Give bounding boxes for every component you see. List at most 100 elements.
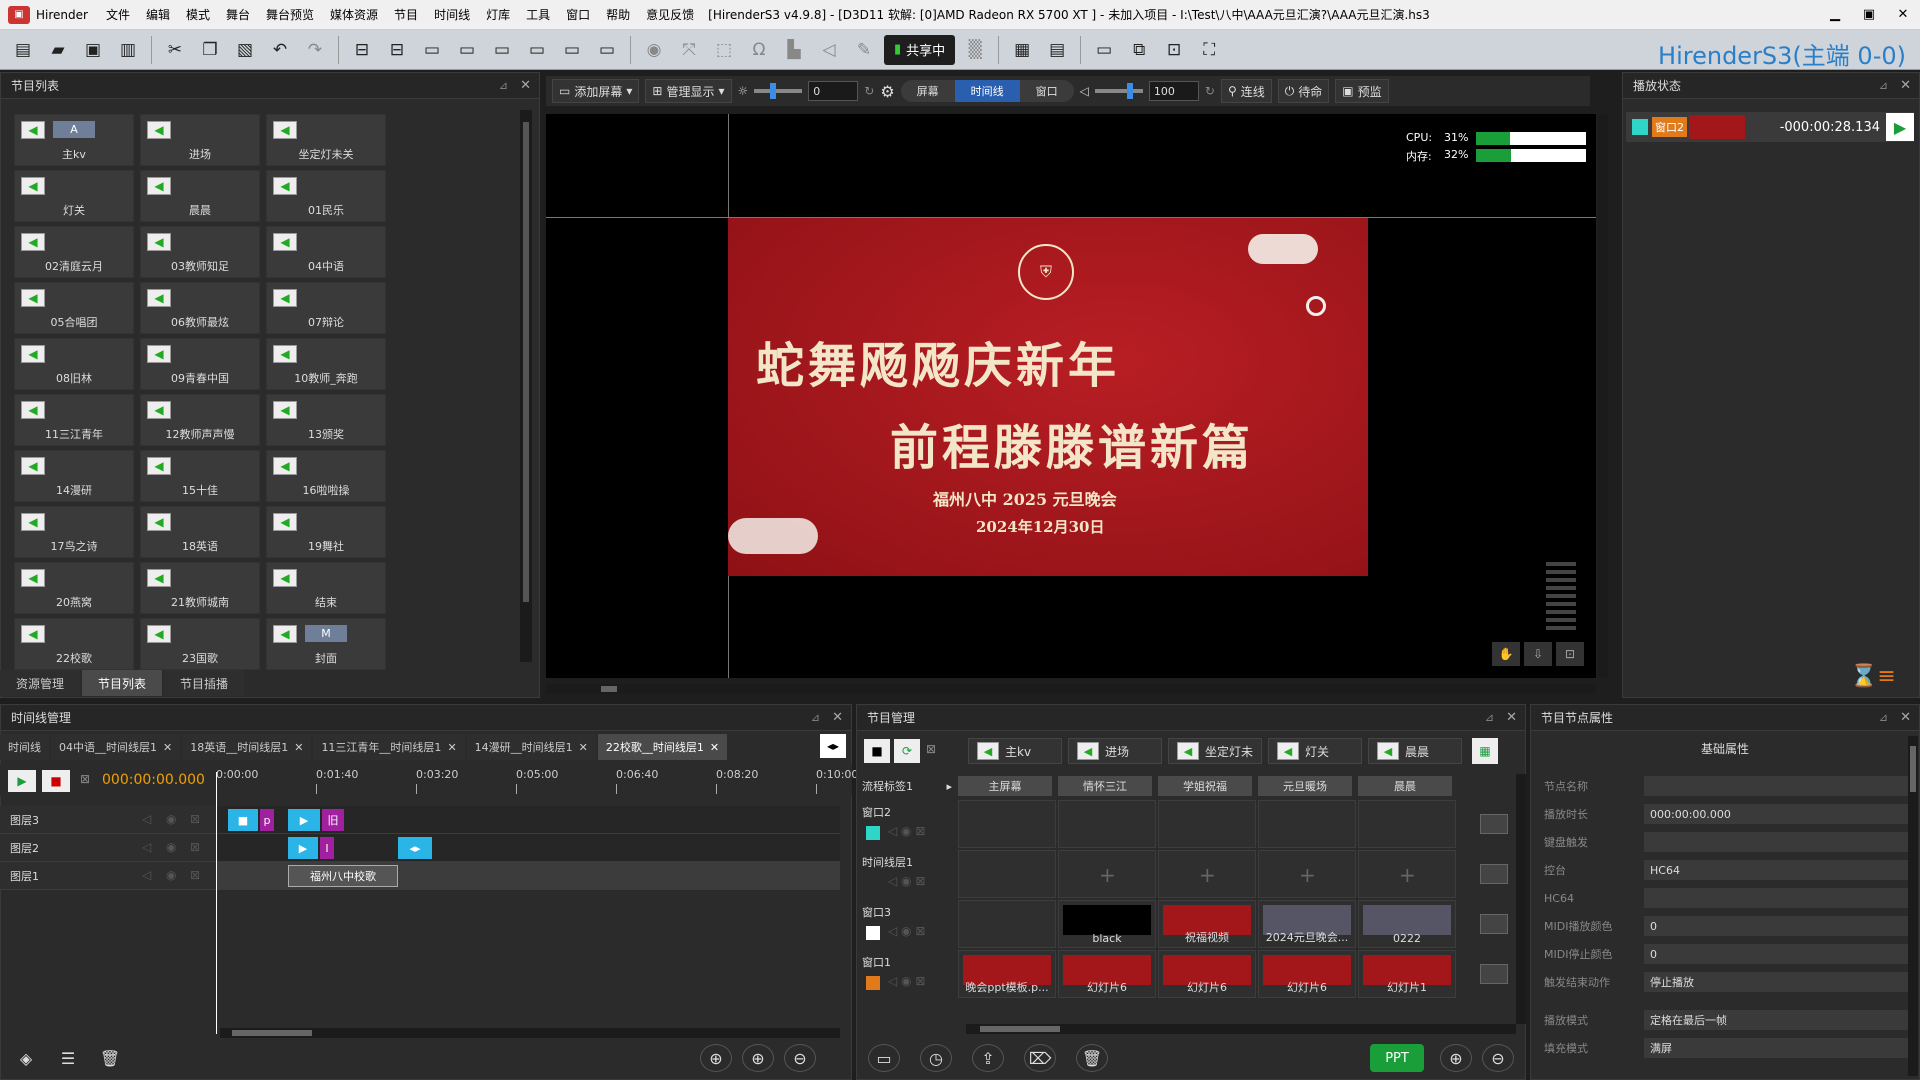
- save-icon[interactable]: ▣: [78, 35, 108, 65]
- lock-icon[interactable]: ⊠: [190, 812, 200, 826]
- layout-6-icon[interactable]: ▭: [592, 35, 622, 65]
- refresh-icon[interactable]: ⟳: [894, 739, 920, 763]
- program-item[interactable]: ◀ 02清庭云月: [14, 226, 134, 278]
- play-status-item[interactable]: 窗口2 -000:00:28.134 ▶: [1626, 112, 1914, 142]
- zoom-in-icon[interactable]: ⊕: [1440, 1044, 1472, 1072]
- fullscreen-icon[interactable]: ⛶: [1194, 35, 1224, 65]
- matrix-cell[interactable]: +: [1058, 850, 1156, 898]
- play-icon[interactable]: ◀: [273, 345, 297, 363]
- clip-block[interactable]: ▶: [288, 809, 320, 831]
- brightness-input[interactable]: 0: [808, 81, 859, 101]
- program-head-item[interactable]: ◀ 晨晨: [1368, 738, 1462, 764]
- close-panel-icon[interactable]: ✕: [832, 710, 843, 725]
- row-toggle-icon[interactable]: [1480, 814, 1508, 834]
- gradient-icon[interactable]: ▒: [960, 35, 990, 65]
- layout-1-icon[interactable]: ▭: [417, 35, 447, 65]
- program-item[interactable]: ◀ 20燕窝: [14, 562, 134, 614]
- share-status-button[interactable]: ▮ 共享中: [884, 34, 956, 65]
- eye-icon[interactable]: ◉: [166, 840, 176, 854]
- program-item[interactable]: ◀ 04中语: [266, 226, 386, 278]
- matrix-cell[interactable]: 晚会ppt模板.p...: [958, 950, 1056, 998]
- property-value[interactable]: 满屏: [1644, 1038, 1910, 1058]
- matrix-cell[interactable]: 幻灯片6: [1058, 950, 1156, 998]
- matrix-scroll-v[interactable]: [1516, 774, 1526, 1024]
- play-icon[interactable]: ◀: [273, 569, 297, 587]
- play-icon[interactable]: ◀: [273, 289, 297, 307]
- play-icon[interactable]: ◀: [273, 177, 297, 195]
- timeline-tab[interactable]: 18英语__时间线层1 ✕: [182, 734, 312, 760]
- add-icon[interactable]: +: [1199, 863, 1216, 887]
- play-icon[interactable]: ◀: [21, 345, 45, 363]
- matrix-cell[interactable]: [958, 850, 1056, 898]
- eye-icon[interactable]: ◉: [166, 868, 176, 882]
- manage-display-button[interactable]: ⊞ 管理显示 ▾: [645, 79, 732, 103]
- play-icon[interactable]: ◀: [147, 513, 171, 531]
- program-head-item[interactable]: ◀ 灯关: [1268, 738, 1362, 764]
- timeline-tab[interactable]: 22校歌__时间线层1 ✕: [597, 734, 728, 760]
- fit-screen-icon[interactable]: ⊡: [1556, 642, 1584, 666]
- add-icon[interactable]: +: [1099, 863, 1116, 887]
- row-controls-icon[interactable]: ◁ ◉ ⊠: [888, 874, 925, 888]
- speaker-icon[interactable]: ◁: [142, 840, 151, 854]
- layout-3-icon[interactable]: ▭: [487, 35, 517, 65]
- program-item[interactable]: ◀ 09青春中国: [140, 338, 260, 390]
- program-item[interactable]: ◀ 13颁奖: [266, 394, 386, 446]
- clock-icon[interactable]: ◷: [920, 1044, 952, 1072]
- reset-icon[interactable]: ↻: [864, 84, 874, 98]
- close-tab-icon[interactable]: ✕: [294, 741, 303, 754]
- window-color-swatch[interactable]: [866, 976, 880, 990]
- play-icon[interactable]: ◀: [21, 401, 45, 419]
- timeline-tab[interactable]: 04中语__时间线层1 ✕: [51, 734, 181, 760]
- program-item[interactable]: ◀ 01民乐: [266, 170, 386, 222]
- menu-item[interactable]: 舞台: [218, 6, 258, 23]
- property-value[interactable]: 0: [1644, 944, 1910, 964]
- play-icon[interactable]: ◀: [21, 569, 45, 587]
- matrix-cell[interactable]: [958, 800, 1056, 848]
- close-tab-icon[interactable]: ✕: [710, 741, 719, 754]
- play-icon[interactable]: ◀: [21, 121, 45, 139]
- play-icon[interactable]: ◀: [147, 401, 171, 419]
- play-icon[interactable]: ◀: [1077, 742, 1099, 760]
- play-icon[interactable]: ◀: [21, 457, 45, 475]
- clip-block[interactable]: ▶: [288, 837, 318, 859]
- matrix-column-header[interactable]: 元旦暖场: [1258, 776, 1352, 796]
- crop-icon[interactable]: ⬚: [709, 35, 739, 65]
- ppt-button[interactable]: PPT: [1370, 1044, 1424, 1072]
- reset-volume-icon[interactable]: ↻: [1205, 84, 1215, 98]
- preview-scroll-h[interactable]: [546, 684, 1596, 694]
- status-tools-icon[interactable]: ⌛≡: [1850, 664, 1896, 689]
- program-item[interactable]: ◀ 结束: [266, 562, 386, 614]
- menu-item[interactable]: 意见反馈: [638, 6, 702, 23]
- matrix-cell[interactable]: [1358, 800, 1456, 848]
- clip-block[interactable]: ■: [228, 809, 258, 831]
- volume-slider[interactable]: [1094, 83, 1143, 99]
- program-item[interactable]: ◀ 进场: [140, 114, 260, 166]
- timeline-scroll-h[interactable]: [220, 1028, 840, 1038]
- program-item[interactable]: ◀ 10教师_奔跑: [266, 338, 386, 390]
- center-playhead-icon[interactable]: ⊕: [700, 1044, 732, 1072]
- program-item[interactable]: ◀ 灯关: [14, 170, 134, 222]
- play-icon[interactable]: ◀: [21, 289, 45, 307]
- layout-4-icon[interactable]: ▭: [522, 35, 552, 65]
- property-value[interactable]: 0: [1644, 916, 1910, 936]
- close-tab-icon[interactable]: ✕: [579, 741, 588, 754]
- chart-icon[interactable]: ▙: [779, 35, 809, 65]
- play-icon[interactable]: ◀: [977, 742, 999, 760]
- eye-icon[interactable]: ◉: [166, 812, 176, 826]
- matrix-cell[interactable]: [1258, 800, 1356, 848]
- play-icon[interactable]: ◀: [147, 457, 171, 475]
- layers-icon[interactable]: ◈: [10, 1044, 42, 1072]
- clip-tag[interactable]: p: [260, 809, 274, 831]
- timeline-layer[interactable]: 图层3 ◁ ◉ ⊠: [0, 806, 840, 834]
- matrix-cell[interactable]: 0222: [1358, 900, 1456, 948]
- add-icon[interactable]: +: [1299, 863, 1316, 887]
- speaker-icon[interactable]: ◁: [142, 812, 151, 826]
- camera-icon[interactable]: ◉: [639, 35, 669, 65]
- play-icon[interactable]: ◀: [1377, 742, 1399, 760]
- trash-icon[interactable]: 🗑: [94, 1044, 126, 1072]
- pin-icon[interactable]: ⊿: [1879, 79, 1888, 92]
- standby-button[interactable]: ⏻ 待命: [1277, 79, 1330, 103]
- time-ruler[interactable]: 0:00:00 0:01:40 0:03:20 0:05:00 0:06:40 0:08:…: [216, 766, 858, 794]
- add-icon[interactable]: +: [1399, 863, 1416, 887]
- copy-icon[interactable]: ❐: [195, 35, 225, 65]
